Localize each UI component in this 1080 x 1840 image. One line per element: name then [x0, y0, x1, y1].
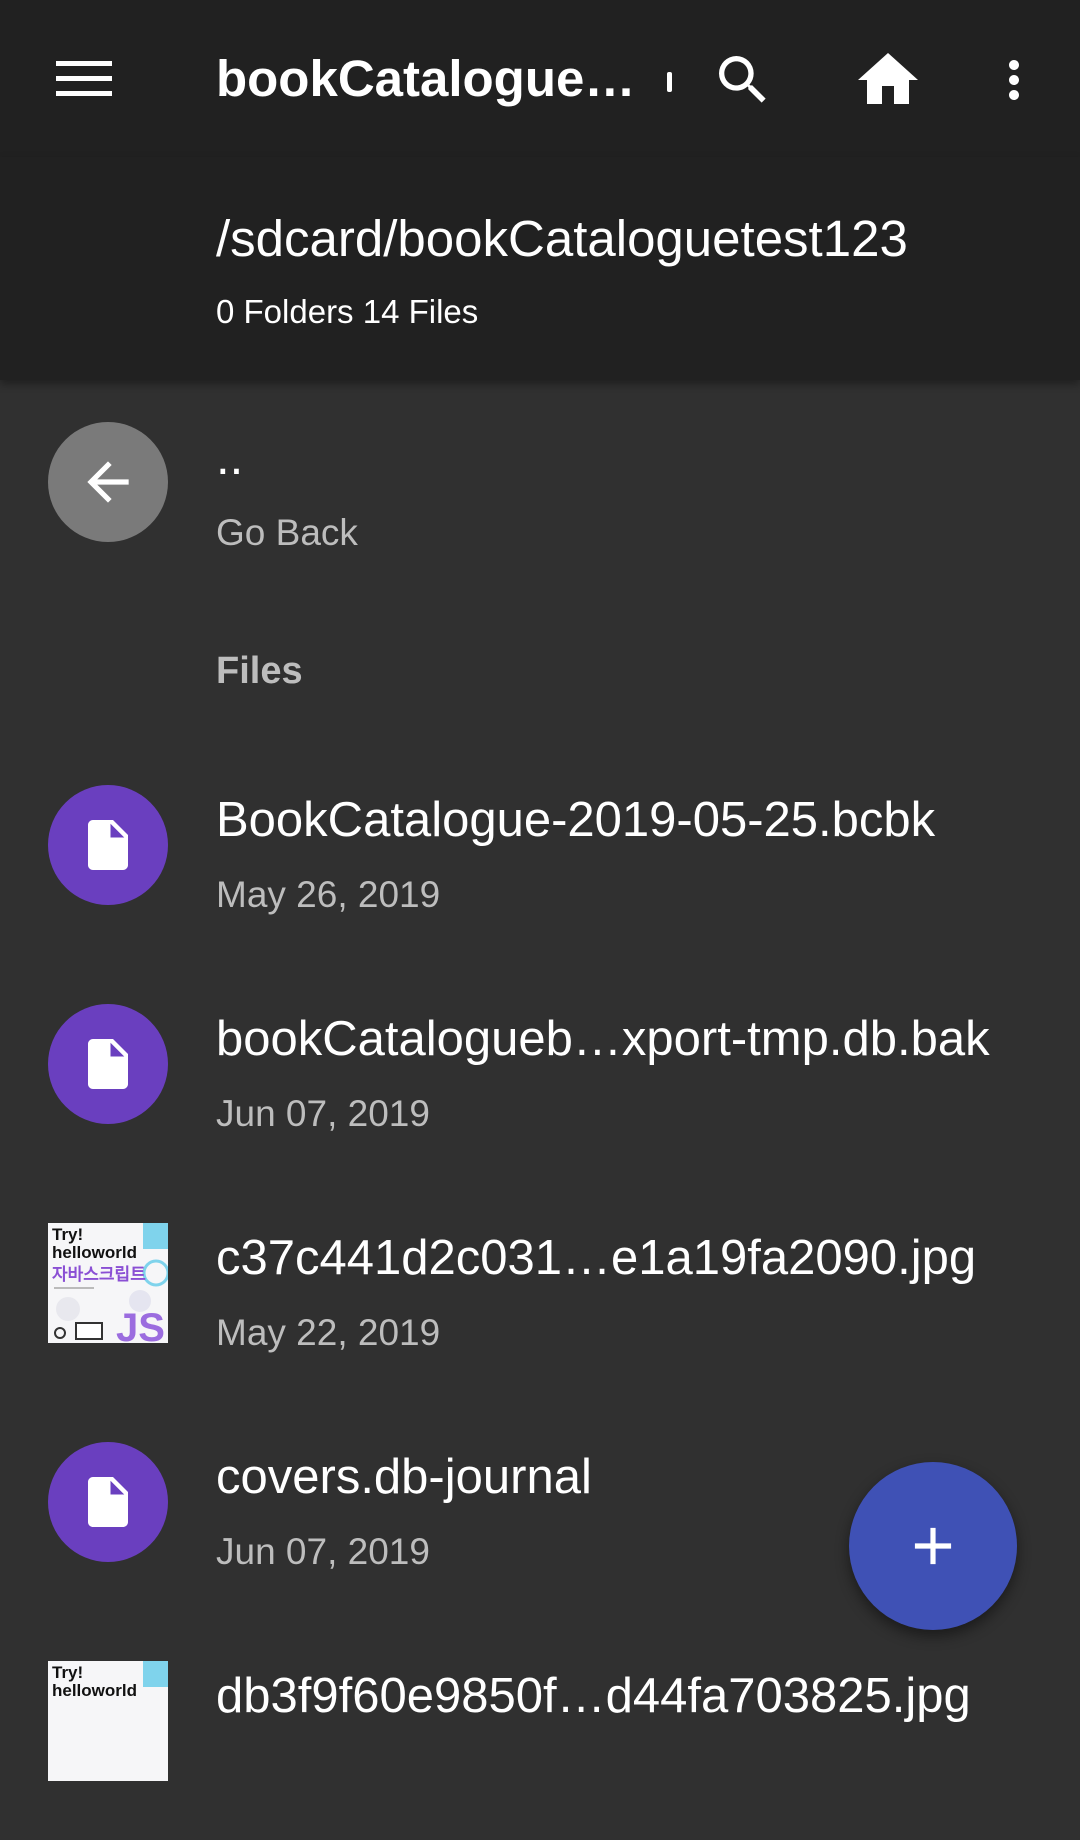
add-icon [914, 1527, 952, 1565]
menu-icon-bar [56, 75, 112, 81]
file-name: covers.db-journal [216, 1450, 592, 1504]
file-date: May 22, 2019 [216, 1312, 441, 1353]
app-title: bookCataloguetest123 [216, 50, 646, 107]
folder-file-count: 0 Folders 14 Files [216, 293, 479, 330]
file-date: May 26, 2019 [216, 874, 441, 915]
file-name: db3f9f60e9850f…d44fa703825.jpg [216, 1669, 971, 1723]
search-icon [719, 56, 766, 103]
thumb-subtitle: helloworld [52, 1681, 137, 1700]
thumb-korean-title: 자바스크립트 [52, 1265, 146, 1285]
menu-icon-bar [56, 90, 112, 96]
more-vert-icon [1009, 60, 1019, 100]
menu-icon-bar [56, 60, 112, 66]
add-fab-button[interactable] [849, 1462, 1017, 1630]
file-avatar [48, 1442, 168, 1562]
thumb-js-mark: JS [116, 1306, 165, 1343]
back-label: Go Back [216, 512, 358, 553]
image-thumbnail: Try! helloworld [48, 1661, 168, 1781]
book-cover-thumbnail: Try! helloworld [48, 1661, 168, 1781]
thumb-title: Try! [52, 1663, 83, 1682]
current-path: /sdcard/bookCataloguetest123 [216, 210, 908, 267]
file-icon [88, 1477, 128, 1527]
image-thumbnail: Try! helloworld 자바스크립트 JS [48, 1223, 168, 1343]
file-icon [88, 1039, 128, 1089]
files-section-header: Files [216, 650, 303, 692]
path-bar: /sdcard/bookCataloguetest123 0 Folders 1… [0, 157, 1080, 380]
file-row[interactable]: bookCatalogueb…xport-tmp.db.bak Jun 07, … [0, 983, 1080, 1183]
arrow-back-icon [87, 461, 129, 503]
menu-button[interactable] [44, 50, 124, 106]
file-date: Jun 07, 2019 [216, 1093, 430, 1134]
file-name: c37c441d2c031…e1a19fa2090.jpg [216, 1231, 977, 1285]
back-avatar [48, 422, 168, 542]
go-back-row[interactable]: .. Go Back [0, 380, 1080, 580]
file-date: Jun 07, 2019 [216, 1531, 430, 1572]
file-row[interactable]: BookCatalogue-2019-05-25.bcbk May 26, 20… [0, 764, 1080, 964]
title-scroll-indicator [667, 72, 672, 92]
file-name: bookCatalogueb…xport-tmp.db.bak [216, 1012, 990, 1066]
app-bar: bookCataloguetest123 [0, 0, 1080, 157]
file-row[interactable]: Try! helloworld 자바스크립트 JS c37c441d2c031…… [0, 1202, 1080, 1402]
home-button[interactable] [852, 44, 924, 116]
more-options-button[interactable] [978, 44, 1050, 116]
thumb-title: Try! [52, 1225, 83, 1244]
file-name: BookCatalogue-2019-05-25.bcbk [216, 793, 936, 847]
book-cover-thumbnail: Try! helloworld 자바스크립트 JS [48, 1223, 168, 1343]
file-avatar [48, 785, 168, 905]
search-button[interactable] [707, 44, 779, 116]
thumb-subtitle: helloworld [52, 1243, 137, 1262]
file-row[interactable]: Try! helloworld db3f9f60e9850f…d44fa7038… [0, 1640, 1080, 1840]
back-name: .. [216, 431, 244, 485]
home-icon [858, 53, 918, 104]
file-icon [88, 820, 128, 870]
file-avatar [48, 1004, 168, 1124]
